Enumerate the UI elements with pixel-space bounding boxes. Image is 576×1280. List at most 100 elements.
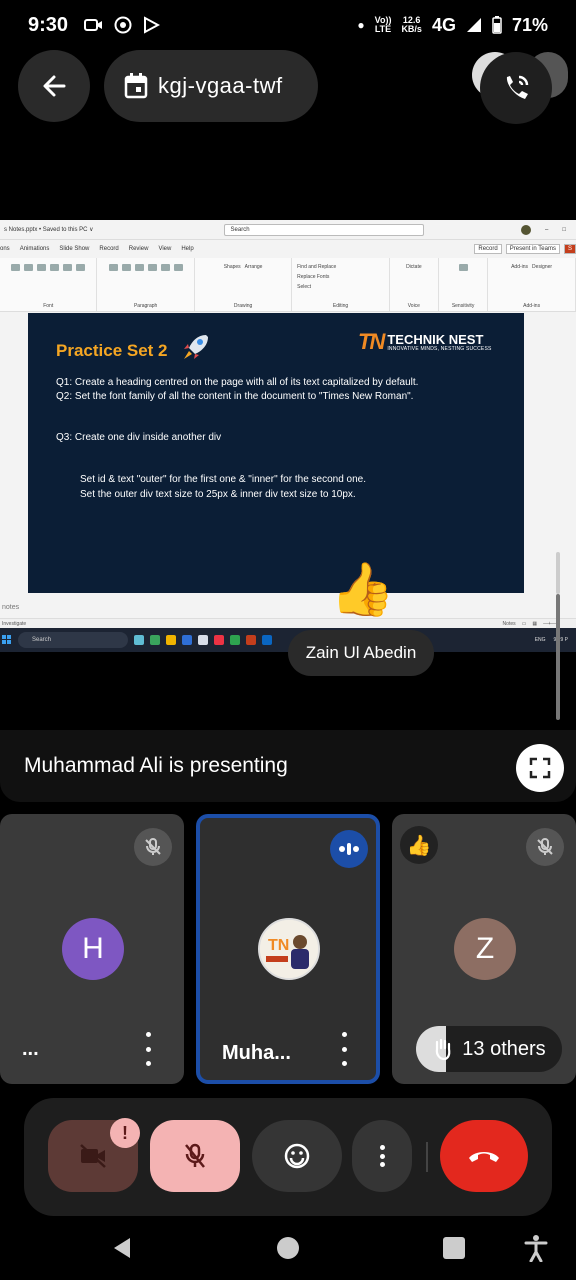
square-recents-icon xyxy=(443,1237,465,1259)
mic-off-badge xyxy=(134,828,172,866)
mic-off-icon xyxy=(185,1143,205,1168)
slide-q1: Q1: Create a heading centred on the page… xyxy=(56,377,419,388)
rocket-icon xyxy=(184,335,208,359)
avatar: H xyxy=(62,918,124,980)
brand-logo: TN TECHNIK NEST INNOVATIVE MINDS, NESTIN… xyxy=(358,329,492,355)
taskbar-app-icon xyxy=(198,635,208,645)
ribbon-group-font: Font xyxy=(43,303,54,309)
participant-menu-button[interactable] xyxy=(334,1032,354,1066)
normal-view-icon: ▭ xyxy=(521,620,527,627)
ppt-file-title: s Notes.pptx • Saved to this PC ∨ xyxy=(4,227,94,233)
fullscreen-icon xyxy=(529,757,551,779)
participant-menu-button[interactable] xyxy=(138,1032,158,1066)
taskbar-app-icon xyxy=(230,635,240,645)
tn-logo-icon: TN xyxy=(358,329,385,354)
audio-output-button[interactable] xyxy=(480,52,552,124)
signal-icon xyxy=(466,18,481,32)
volte-indicator: Vo)) LTE xyxy=(374,15,392,34)
battery-level: 71% xyxy=(511,14,548,35)
ppt-menu-2: Slide Show xyxy=(59,246,90,252)
taskbar-app-icon xyxy=(182,635,192,645)
participant-name: Muha... xyxy=(222,1042,291,1064)
accessibility-icon xyxy=(524,1235,548,1262)
meeting-info-button[interactable]: kgj-vgaa-twf xyxy=(104,50,318,122)
thumbs-up-reaction: 👍 xyxy=(330,561,395,619)
arrow-left-icon xyxy=(43,75,66,97)
network-speed: 12.6 KB/s xyxy=(401,15,422,34)
ppt-status-bar: Investigate Notes ▭ ▦ —+— xyxy=(0,618,576,628)
reactions-button[interactable] xyxy=(252,1120,342,1192)
participant-tile[interactable]: H ... xyxy=(0,814,184,1084)
ppt-menu-6: Help xyxy=(181,246,194,252)
play-store-icon xyxy=(144,16,161,34)
speaker-name-chip: Zain Ul Abedin xyxy=(288,630,434,676)
nav-recents-button[interactable] xyxy=(436,1230,472,1266)
ppt-menu-0: ons xyxy=(0,246,10,252)
fullscreen-button[interactable] xyxy=(516,744,564,792)
ppt-record-button: Record xyxy=(474,244,502,254)
mic-toggle-button[interactable] xyxy=(150,1120,240,1192)
taskbar-app-icon xyxy=(214,635,224,645)
ppt-menu-4: Review xyxy=(128,246,149,252)
participant-name: ... xyxy=(22,1038,39,1060)
mic-off-icon xyxy=(537,838,553,855)
minimize-icon: – xyxy=(545,226,549,233)
accessibility-button[interactable] xyxy=(518,1230,554,1266)
presenting-banner: Muhammad Ali is presenting xyxy=(0,730,576,802)
ppt-present-button: Present in Teams xyxy=(505,244,560,254)
windows-logo-icon xyxy=(2,635,11,644)
ppt-menu-1: Animations xyxy=(19,246,50,252)
scrollbar-thumb[interactable] xyxy=(556,552,560,594)
whatsapp-icon xyxy=(114,16,132,34)
shared-screen: s Notes.pptx • Saved to this PC ∨ Search… xyxy=(0,220,576,652)
audio-level-icon xyxy=(339,843,359,855)
ppt-menu-3: Record xyxy=(99,246,119,252)
svg-text:TN: TN xyxy=(268,937,289,954)
ppt-menu-bar: ons Animations Slide Show Record Review … xyxy=(0,240,576,258)
participant-tile-active[interactable]: TN Muha... xyxy=(196,814,380,1084)
zoom-slider: —+— xyxy=(543,620,556,627)
taskbar-app-icon xyxy=(150,635,160,645)
ppt-title-bar: s Notes.pptx • Saved to this PC ∨ Search… xyxy=(0,220,576,240)
controls-divider xyxy=(426,1142,428,1172)
status-bar: 9:30 ● Vo)) LTE 12.6 KB/s 4G 71% xyxy=(0,0,576,50)
taskbar-app-icon xyxy=(166,635,176,645)
taskbar-lang: ENG xyxy=(534,637,546,643)
hang-up-icon xyxy=(469,1152,499,1162)
end-call-button[interactable] xyxy=(440,1120,528,1192)
network-type: 4G xyxy=(431,14,456,35)
emoji-icon xyxy=(284,1143,310,1169)
ribbon-group-editing: Editing xyxy=(332,303,349,309)
mic-off-badge xyxy=(526,828,564,866)
taskbar-app-icon xyxy=(262,635,272,645)
slide-q2: Q2: Set the font family of all the conte… xyxy=(56,391,414,402)
slide-q3: Q3: Create one div inside another div xyxy=(56,432,222,443)
ppt-search: Search xyxy=(223,223,424,236)
ppt-ribbon: Font Paragraph Shapes Arrange Drawing Find… xyxy=(0,258,576,312)
taskbar-app-icon xyxy=(134,635,144,645)
ppt-menu-5: View xyxy=(158,246,172,252)
speaking-indicator xyxy=(330,830,368,868)
ppt-share-button: S xyxy=(563,244,576,254)
ribbon-group-sensitivity: Sensitivity xyxy=(451,303,475,309)
more-options-button[interactable] xyxy=(352,1120,412,1192)
circle-home-icon xyxy=(277,1237,299,1259)
triangle-back-icon xyxy=(114,1238,130,1258)
video-icon xyxy=(84,19,103,31)
others-chip[interactable]: 13 others xyxy=(416,1026,562,1072)
calendar-icon xyxy=(124,73,148,99)
ribbon-group-voice: Voice xyxy=(407,303,420,309)
more-vert-icon xyxy=(379,1145,385,1167)
slide-title: Practice Set 2 xyxy=(56,341,168,360)
mic-off-icon xyxy=(145,838,161,855)
nav-back-button[interactable] xyxy=(104,1230,140,1266)
scrollbar-track[interactable] xyxy=(556,594,560,720)
maximize-icon: □ xyxy=(562,226,566,233)
ribbon-group-drawing: Drawing xyxy=(233,303,253,309)
presenting-label: Muhammad Ali is presenting xyxy=(24,754,288,777)
battery-icon xyxy=(492,16,502,34)
back-button[interactable] xyxy=(18,50,90,122)
raised-hand-icon xyxy=(436,1038,451,1061)
dot-icon: ● xyxy=(357,18,365,32)
nav-home-button[interactable] xyxy=(270,1230,306,1266)
